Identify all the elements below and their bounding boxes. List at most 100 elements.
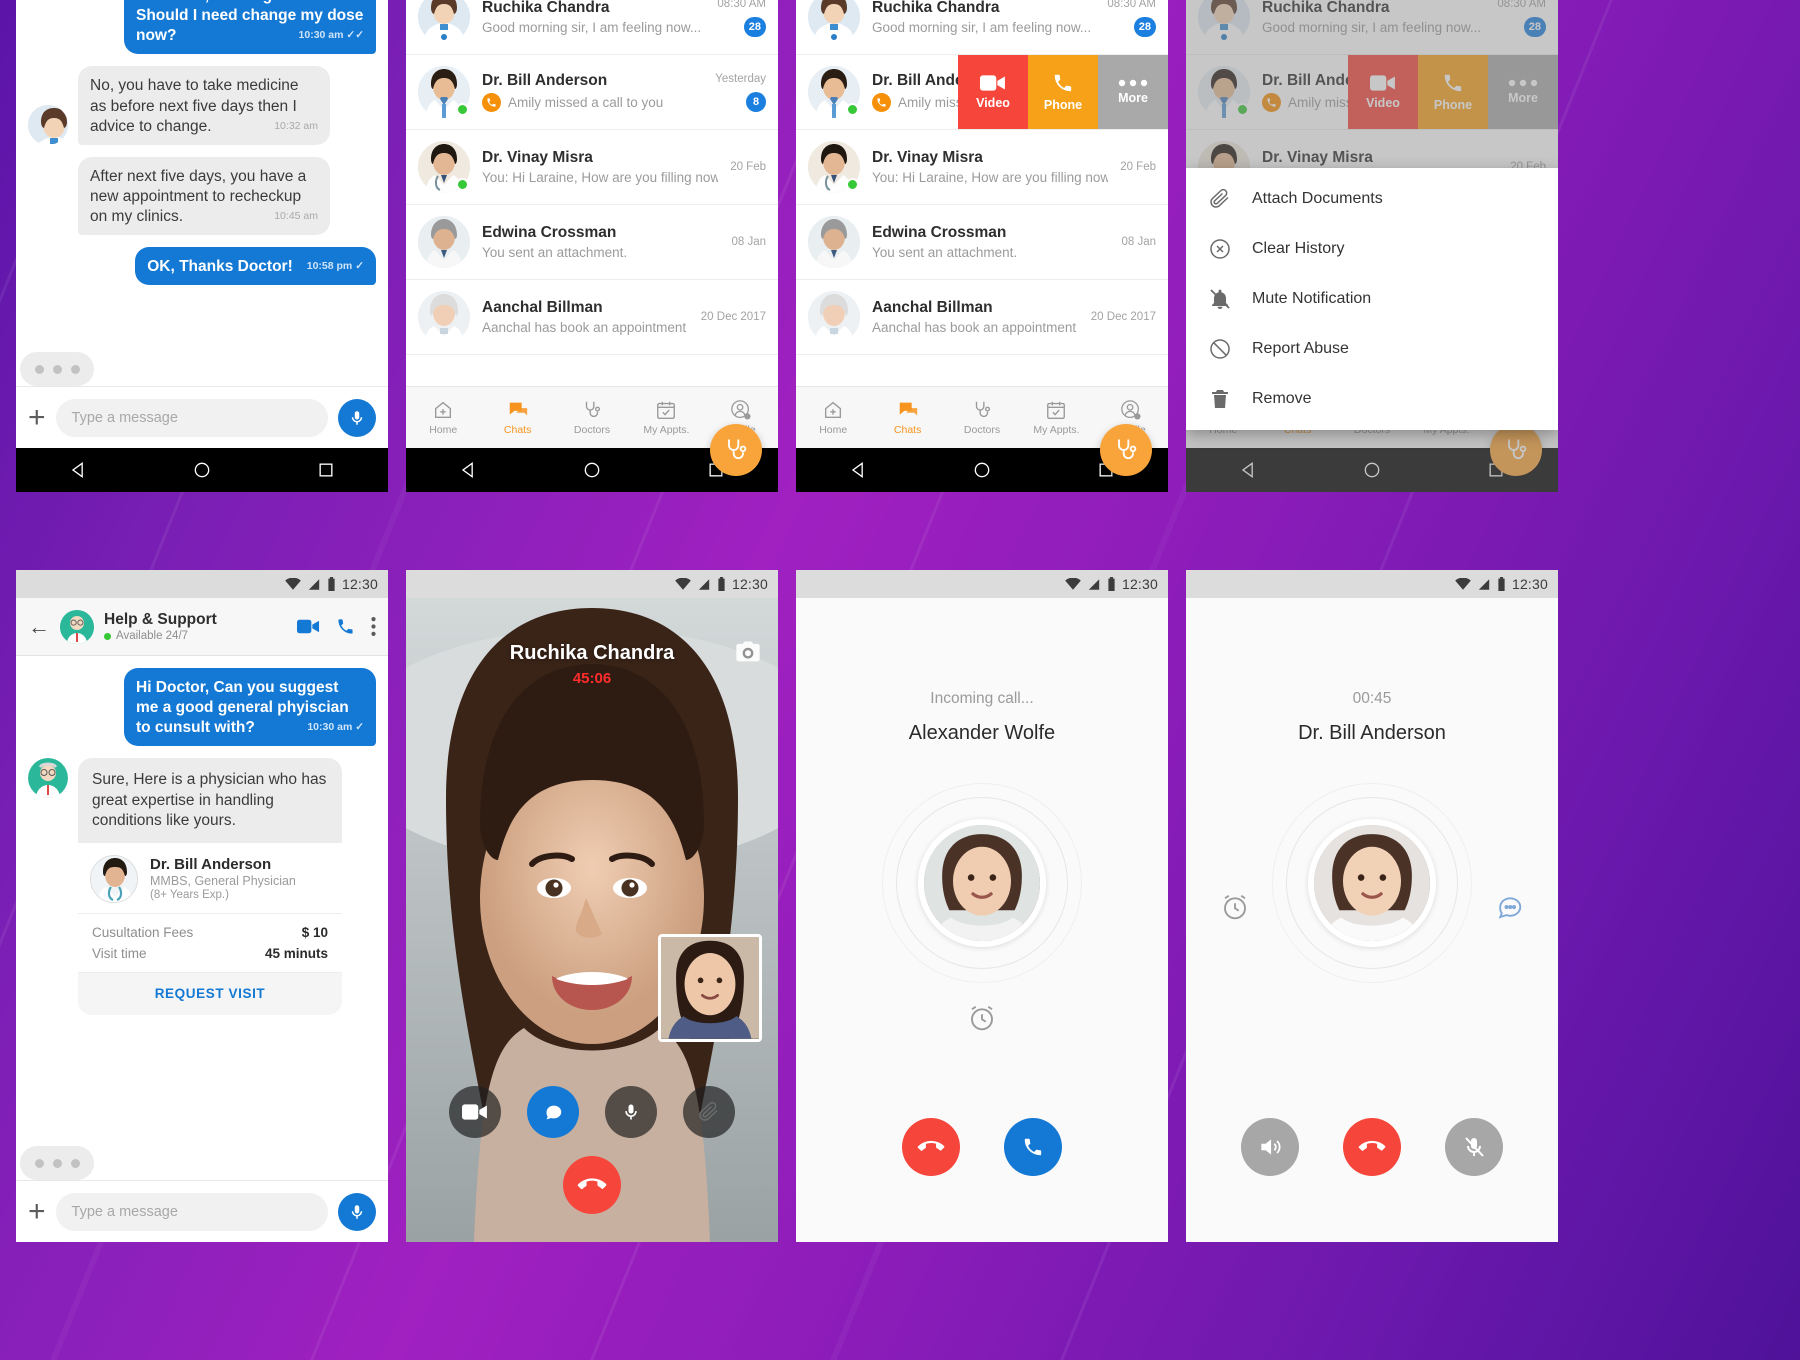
message-list: Hi Doctor, I feeling better. Should I ne… <box>16 0 388 334</box>
menu-item-clear-history[interactable]: Clear History <box>1186 224 1558 274</box>
missed-call-icon <box>482 93 501 112</box>
block-icon <box>1208 337 1232 361</box>
tab-label: Chats <box>893 424 922 436</box>
end-call-button[interactable] <box>563 1156 621 1214</box>
phone-icon[interactable] <box>336 617 355 636</box>
tab-my-appts[interactable]: My Appts. <box>629 399 703 436</box>
nav-home-icon[interactable] <box>582 460 602 480</box>
timestamp: 08 Jan <box>1121 236 1156 248</box>
chat-list-item[interactable]: Aanchal Billman Aanchal has book an appoi… <box>406 280 778 355</box>
end-call-button[interactable] <box>902 1118 960 1176</box>
wifi-icon <box>1065 577 1081 590</box>
nav-back-icon[interactable] <box>848 460 868 480</box>
chat-list-item[interactable]: Ruchika Chandra Good morning sir, I am fe… <box>796 0 1168 55</box>
attach-plus-icon[interactable]: + <box>28 402 46 433</box>
video-camera-icon[interactable] <box>297 618 320 635</box>
contact-name: Dr. Vinay Misra <box>872 149 983 166</box>
microphone-muted-button[interactable] <box>1445 1118 1503 1176</box>
chat-list-item[interactable]: Dr. Bill AndersonAmily missed a call to … <box>406 55 778 130</box>
nav-back-icon[interactable] <box>458 460 478 480</box>
menu-item-mute-notification[interactable]: Mute Notification <box>1186 274 1558 324</box>
attach-plus-icon[interactable]: + <box>28 1196 46 1227</box>
alarm-clock-icon[interactable] <box>967 1003 997 1038</box>
swipe-action-video[interactable]: Video <box>958 55 1028 129</box>
incoming-call-screen: Incoming call... Alexander Wolfe <box>796 598 1168 1242</box>
message-input[interactable]: Type a message <box>55 398 328 437</box>
microphone-button[interactable] <box>605 1086 657 1138</box>
message-row: Hi Doctor, I feeling better. Should I ne… <box>28 0 376 55</box>
swipe-action-label: Video <box>976 96 1010 110</box>
active-call-screen: 00:45 Dr. Bill Anderson <box>1186 598 1558 1242</box>
nav-back-icon[interactable] <box>68 460 88 480</box>
nav-recents-icon[interactable] <box>316 460 336 480</box>
message-text: OK, Thanks Doctor! <box>147 258 293 276</box>
doctors-fab[interactable] <box>1100 424 1152 476</box>
context-menu: Attach Documents Clear History Mute Notifi… <box>1186 168 1558 430</box>
tab-chats[interactable]: Chats <box>480 399 554 436</box>
tab-chats[interactable]: Chats <box>870 399 944 436</box>
chat-list-item[interactable]: Ruchika Chandra Good morning sir, I am fe… <box>406 0 778 55</box>
menu-item-attach-documents[interactable]: Attach Documents <box>1186 174 1558 224</box>
end-call-button[interactable] <box>1343 1118 1401 1176</box>
avatar <box>418 0 470 43</box>
avatar <box>60 609 94 644</box>
chat-list-item[interactable]: Dr. Vinay Misra You: Hi Laraine, How are … <box>406 130 778 205</box>
menu-item-label: Attach Documents <box>1252 190 1383 207</box>
mic-button[interactable] <box>338 1192 376 1231</box>
tab-label: Doctors <box>573 424 611 436</box>
nav-home-icon[interactable] <box>192 460 212 480</box>
active-call-actions <box>1186 1118 1558 1176</box>
timestamp: 20 Feb <box>730 161 766 173</box>
contact-name: Ruchika Chandra <box>482 0 610 16</box>
tab-home[interactable]: Home <box>406 399 480 436</box>
message-row: After next five days, you have a new app… <box>28 156 376 236</box>
chat-bubble-button[interactable] <box>527 1086 579 1138</box>
wifi-icon <box>285 577 301 590</box>
status-bar: 12:30 <box>796 570 1168 598</box>
caller-avatar-ring <box>882 783 1082 983</box>
tab-my-appts[interactable]: My Appts. <box>1019 399 1093 436</box>
swipe-action-more[interactable]: More <box>1098 55 1168 129</box>
swipe-action-phone[interactable]: Phone <box>1028 55 1098 129</box>
video-camera-button[interactable] <box>449 1086 501 1138</box>
tab-doctors[interactable]: Doctors <box>555 399 629 436</box>
phone-chat-list: Ruchika Chandra Good morning sir, I am fe… <box>406 0 778 492</box>
chat-list-item[interactable]: Edwina Crossman You sent an attachment. 08… <box>796 205 1168 280</box>
chat-bubble-icon[interactable] <box>1494 892 1524 927</box>
call-state-label: Incoming call... <box>930 690 1034 707</box>
conversation-list: Ruchika Chandra Good morning sir, I am fe… <box>406 0 778 386</box>
message-timestamp: 10:45 am <box>274 210 318 223</box>
paperclip-button[interactable] <box>683 1086 735 1138</box>
speaker-button[interactable] <box>1241 1118 1299 1176</box>
chat-list-item[interactable]: Aanchal Billman Aanchal has book an appoi… <box>796 280 1168 355</box>
mic-button[interactable] <box>338 398 376 437</box>
chat-list-item[interactable]: Dr. Vinay Misra You: Hi Laraine, How are … <box>796 130 1168 205</box>
nav-home-icon[interactable] <box>972 460 992 480</box>
tab-doctors[interactable]: Doctors <box>945 399 1019 436</box>
message-preview: You sent an attachment. <box>872 245 1018 260</box>
message-input[interactable]: Type a message <box>55 1192 328 1231</box>
doctor-card[interactable]: Dr. Bill Anderson MMBS, General Physician… <box>78 842 342 1015</box>
swipe-action-row: Video Phone More <box>958 55 1168 129</box>
request-visit-button[interactable]: REQUEST VISIT <box>78 971 342 1015</box>
tab-home[interactable]: Home <box>796 399 870 436</box>
phone-button[interactable] <box>1004 1118 1062 1176</box>
android-navbar <box>16 448 388 492</box>
chat-list-item[interactable]: Dr. Bill AndersonAmily missed a call to … <box>796 55 1168 130</box>
caller-avatar-ring <box>1272 783 1472 983</box>
overflow-menu-icon[interactable] <box>371 617 376 636</box>
incoming-call-actions <box>796 1118 1168 1176</box>
alarm-clock-icon[interactable] <box>1220 892 1250 927</box>
doctors-fab[interactable] <box>710 424 762 476</box>
menu-item-report-abuse[interactable]: Report Abuse <box>1186 324 1558 374</box>
menu-item-label: Report Abuse <box>1252 340 1349 357</box>
camera-switch-icon[interactable] <box>734 638 762 666</box>
menu-item-remove[interactable]: Remove <box>1186 374 1558 424</box>
signal-icon <box>1478 578 1490 590</box>
message-preview: Amily missed a call to you <box>508 95 664 110</box>
menu-item-label: Remove <box>1252 390 1312 407</box>
self-video-preview[interactable] <box>658 934 762 1042</box>
chat-list-item[interactable]: Edwina Crossman You sent an attachment. 08… <box>406 205 778 280</box>
status-bar: 12:30 <box>1186 570 1558 598</box>
back-arrow-icon[interactable]: ← <box>28 614 50 640</box>
